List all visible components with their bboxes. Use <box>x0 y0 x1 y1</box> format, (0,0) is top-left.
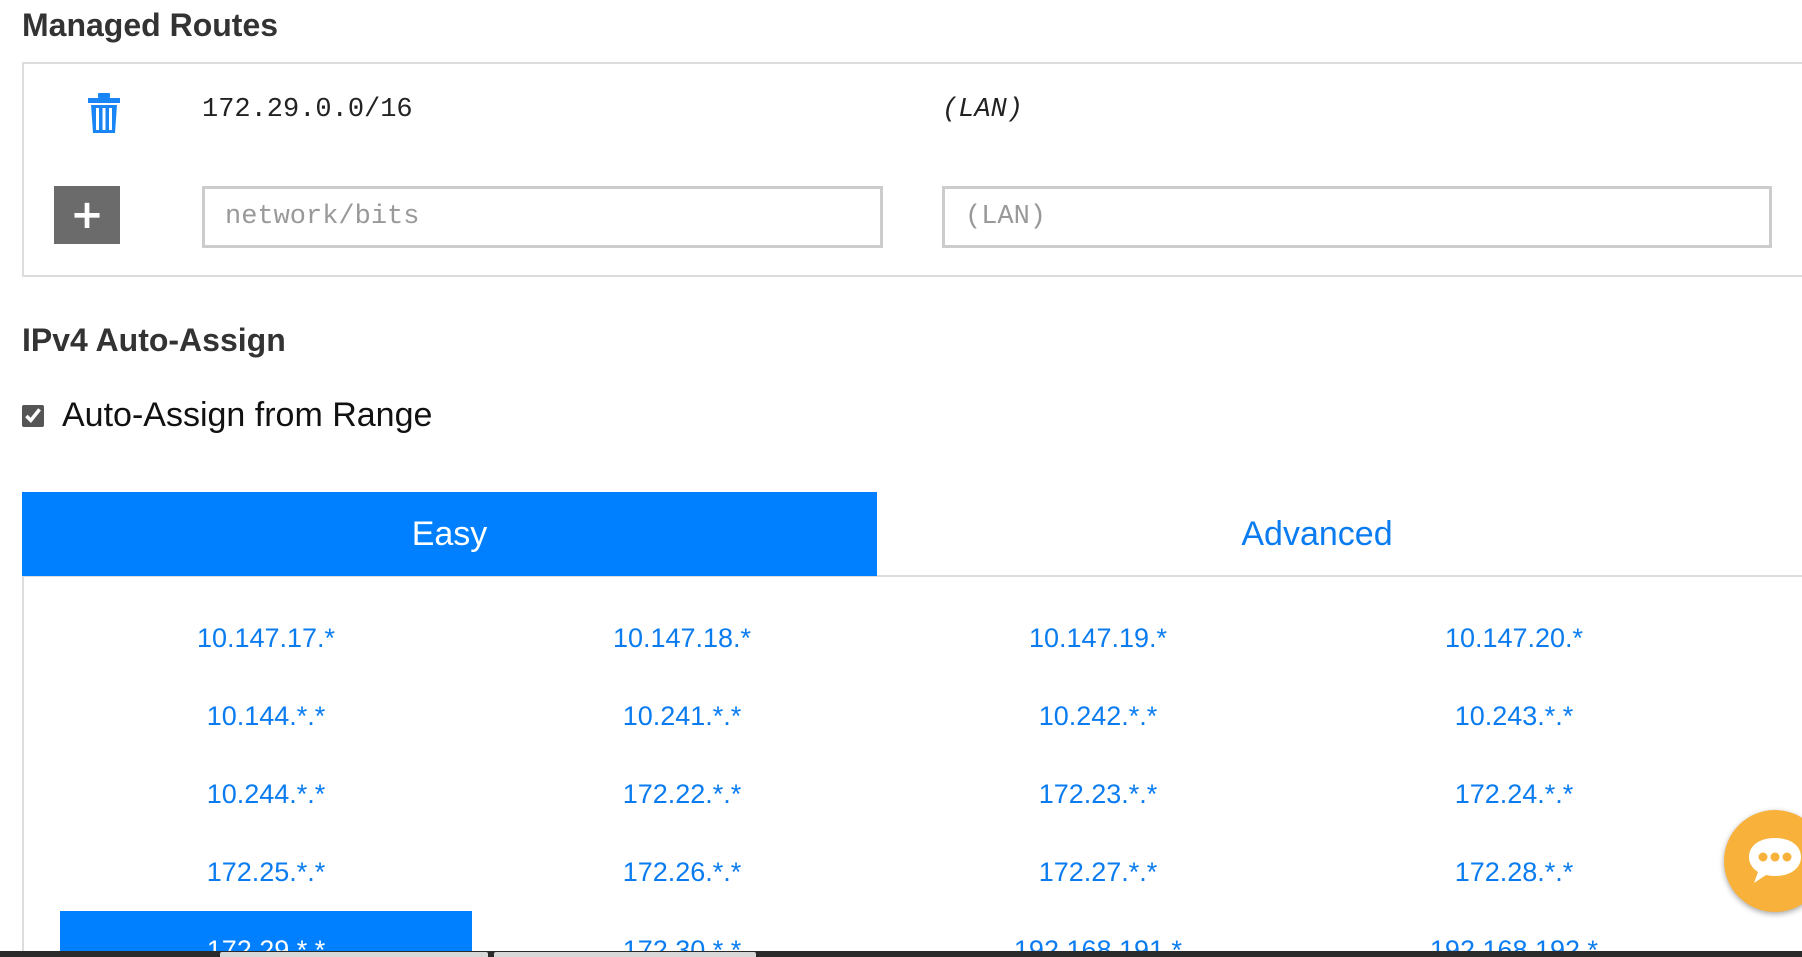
range-option[interactable]: 172.24.*.* <box>1308 755 1720 833</box>
route-network: 172.29.0.0/16 <box>202 95 413 125</box>
tab-advanced[interactable]: Advanced <box>877 492 1757 576</box>
range-option[interactable]: 172.26.*.* <box>476 833 888 911</box>
range-option[interactable]: 10.147.19.* <box>892 599 1304 677</box>
range-option[interactable]: 10.241.*.* <box>476 677 888 755</box>
range-option[interactable]: 172.22.*.* <box>476 755 888 833</box>
delete-route-button[interactable] <box>86 92 122 134</box>
range-option[interactable]: 10.147.17.* <box>60 599 472 677</box>
range-option[interactable]: 10.243.*.* <box>1308 677 1720 755</box>
auto-assign-label[interactable]: Auto-Assign from Range <box>62 396 432 435</box>
auto-assign-checkbox[interactable] <box>22 404 44 427</box>
managed-routes-title: Managed Routes <box>22 7 279 43</box>
range-option[interactable]: 172.23.*.* <box>892 755 1304 833</box>
managed-routes-panel: 172.29.0.0/16 (LAN) + <box>22 62 1802 277</box>
network-input[interactable] <box>202 186 883 248</box>
auto-assign-toggle: Auto-Assign from Range <box>22 396 432 435</box>
range-option[interactable]: 172.27.*.* <box>892 833 1304 911</box>
range-panel: 10.147.17.* 10.147.18.* 10.147.19.* 10.147.… <box>22 577 1802 957</box>
ipv4-auto-assign-title: IPv4 Auto-Assign <box>22 322 286 358</box>
range-option[interactable]: 10.244.*.* <box>60 755 472 833</box>
chat-bubble-icon <box>1749 838 1801 883</box>
range-option[interactable]: 10.144.*.* <box>60 677 472 755</box>
route-name: (LAN) <box>942 95 1024 125</box>
trash-icon <box>88 93 120 133</box>
plus-icon: + <box>70 192 104 238</box>
taskbar-item[interactable] <box>494 952 756 957</box>
page: Managed Routes 172.29.0.0/16 (LAN) + IP <box>0 0 1802 957</box>
tab-easy[interactable]: Easy <box>22 492 877 576</box>
add-route-button[interactable]: + <box>54 186 120 244</box>
range-option[interactable]: 10.147.20.* <box>1308 599 1720 677</box>
taskbar-item[interactable] <box>220 952 488 957</box>
range-option[interactable]: 172.28.*.* <box>1308 833 1720 911</box>
range-grid: 10.147.17.* 10.147.18.* 10.147.19.* 10.147.… <box>60 599 1720 957</box>
range-option[interactable]: 10.147.18.* <box>476 599 888 677</box>
route-name-input[interactable] <box>942 186 1772 248</box>
range-option[interactable]: 10.242.*.* <box>892 677 1304 755</box>
range-option[interactable]: 172.25.*.* <box>60 833 472 911</box>
assign-mode-tabs: Easy Advanced <box>22 492 1802 577</box>
